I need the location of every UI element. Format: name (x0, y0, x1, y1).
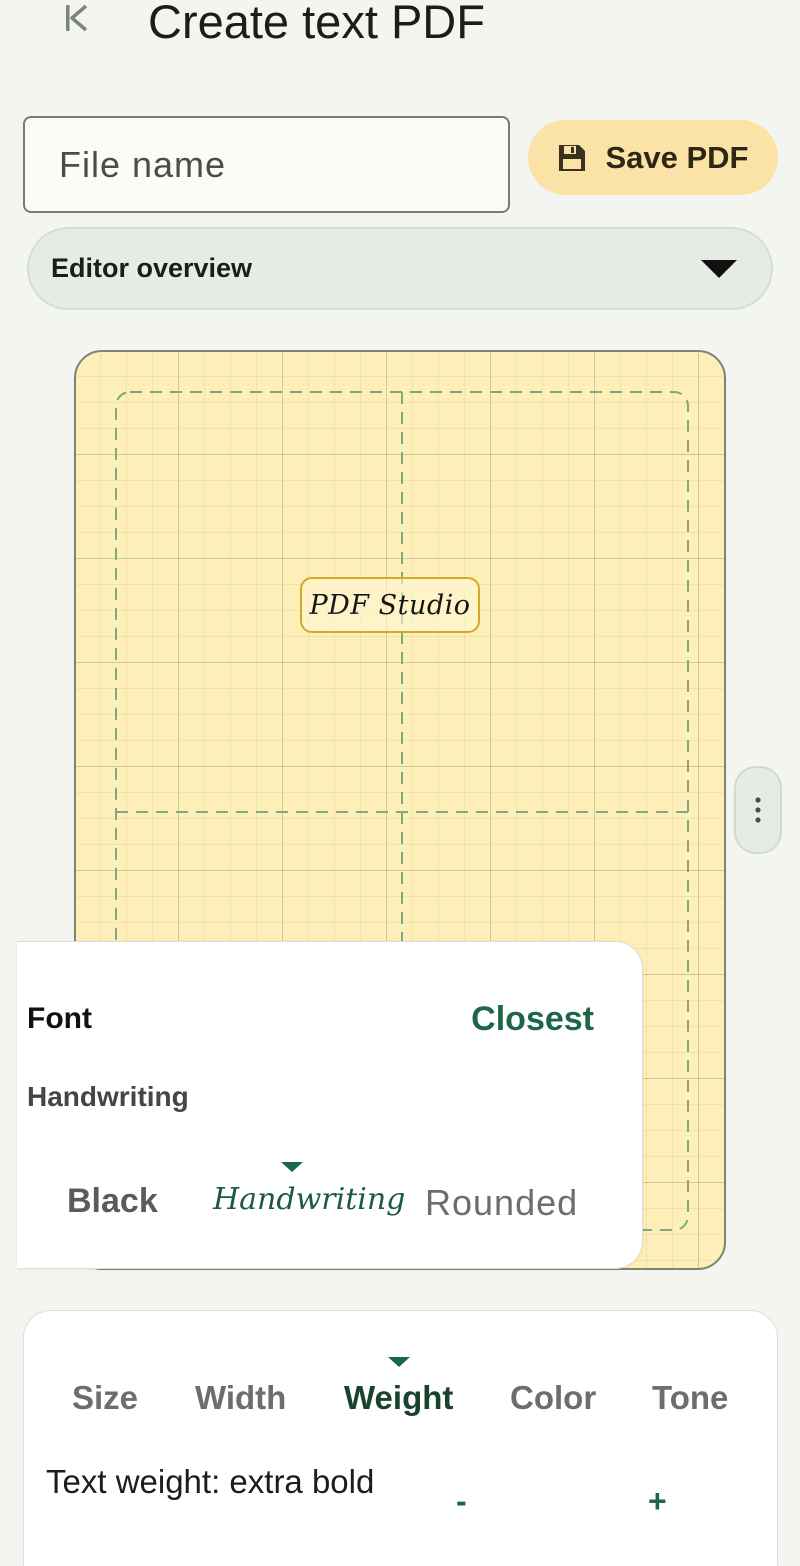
font-popup-title: Font (27, 1002, 92, 1035)
more-vertical-icon (755, 797, 761, 823)
tab-size[interactable]: Size (72, 1379, 138, 1417)
back-button[interactable] (56, 0, 96, 36)
caret-down-icon (701, 259, 737, 278)
file-name-input[interactable] (23, 116, 510, 213)
editor-overview-label: Editor overview (51, 253, 253, 283)
tab-tone[interactable]: Tone (652, 1379, 728, 1417)
font-option-rounded[interactable]: Rounded (425, 1182, 578, 1224)
selected-tab-indicator-icon (388, 1357, 410, 1367)
skip-back-icon (66, 4, 88, 32)
current-font-label: Handwriting (27, 1081, 189, 1112)
side-panel-handle[interactable] (734, 766, 782, 854)
selected-font-indicator-icon (281, 1162, 303, 1172)
font-option-handwriting[interactable]: Handwriting (213, 1182, 405, 1217)
tab-width[interactable]: Width (195, 1379, 286, 1417)
canvas-text: PDF Studio (309, 589, 471, 621)
decrease-weight-button[interactable]: - (456, 1483, 467, 1520)
save-pdf-label: Save PDF (605, 139, 749, 175)
formatting-panel: Size Width Weight Color Tone Text weight… (23, 1310, 778, 1566)
editor-overview-dropdown[interactable]: Editor overview (27, 227, 773, 310)
closest-font-button[interactable]: Closest (471, 1000, 594, 1039)
floppy-disk-icon (559, 144, 586, 171)
canvas-text-element[interactable]: PDF Studio (300, 577, 480, 633)
save-pdf-button[interactable]: Save PDF (528, 120, 778, 195)
increase-weight-button[interactable]: + (648, 1483, 667, 1520)
font-picker-popup: Font Closest Handwriting Black Handwriti… (17, 941, 643, 1269)
font-option-black[interactable]: Black (67, 1182, 158, 1221)
page-title: Create text PDF (148, 0, 485, 48)
text-weight-label: Text weight: extra bold (46, 1463, 375, 1500)
tab-color[interactable]: Color (510, 1379, 596, 1417)
tab-weight[interactable]: Weight (344, 1379, 453, 1417)
